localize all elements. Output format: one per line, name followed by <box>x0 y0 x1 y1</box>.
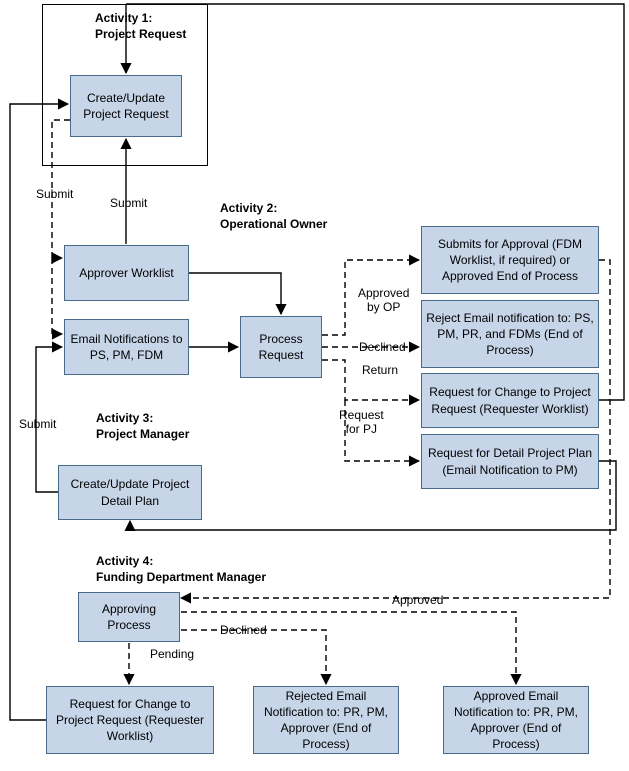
activity1-title: Activity 1: Project Request <box>95 10 186 42</box>
label-declined-fdm: Declined <box>218 623 269 637</box>
box-label: Rejected Email Notification to: PR, PM, … <box>258 688 394 753</box>
label-approved-by-op: Approved by OP <box>356 286 411 315</box>
box-label: Submits for Approval (FDM Worklist, if r… <box>426 236 594 285</box>
label-return: Return <box>360 363 400 377</box>
email-notifications: Email Notifications to PS, PM, FDM <box>64 319 189 375</box>
approving-process: Approving Process <box>78 592 180 642</box>
box-label: Approver Worklist <box>79 265 173 281</box>
activity3-title: Activity 3: Project Manager <box>96 410 189 442</box>
label-submit-mid: Submit <box>108 196 149 210</box>
process-request: Process Request <box>240 316 322 378</box>
label-request-for-pj: Request for PJ <box>337 408 386 437</box>
label-approved: Approved <box>390 593 445 607</box>
approver-worklist: Approver Worklist <box>64 245 189 301</box>
box-label: Process Request <box>245 331 317 363</box>
label-pending: Pending <box>148 647 196 661</box>
box-label: Approved Email Notification to: PR, PM, … <box>448 688 584 753</box>
activity4-title: Activity 4: Funding Department Manager <box>96 553 266 585</box>
box-label: Create/Update Project Request <box>75 90 177 122</box>
approved-notification: Approved Email Notification to: PR, PM, … <box>443 686 589 754</box>
reject-notification: Reject Email notification to: PS, PM, PR… <box>421 300 599 368</box>
box-label: Reject Email notification to: PS, PM, PR… <box>426 310 594 359</box>
label-submit-act3: Submit <box>17 417 58 431</box>
label-declined: Declined <box>357 340 408 354</box>
box-label: Request for Change to Project Request (R… <box>51 696 209 745</box>
create-update-project-request: Create/Update Project Request <box>70 75 182 137</box>
box-label: Request for Change to Project Request (R… <box>426 384 594 416</box>
box-label: Create/Update Project Detail Plan <box>63 476 197 508</box>
request-for-change: Request for Change to Project Request (R… <box>421 373 599 428</box>
request-for-change-fdm: Request for Change to Project Request (R… <box>46 686 214 754</box>
box-label: Approving Process <box>83 601 175 633</box>
request-for-detail-plan: Request for Detail Project Plan (Email N… <box>421 434 599 489</box>
label-submit-left: Submit <box>34 187 75 201</box>
rejected-notification: Rejected Email Notification to: PR, PM, … <box>253 686 399 754</box>
box-label: Email Notifications to PS, PM, FDM <box>69 331 184 363</box>
box-label: Request for Detail Project Plan (Email N… <box>426 445 594 477</box>
submits-for-approval: Submits for Approval (FDM Worklist, if r… <box>421 226 599 294</box>
create-update-detail-plan: Create/Update Project Detail Plan <box>58 465 202 520</box>
activity2-title: Activity 2: Operational Owner <box>220 200 327 232</box>
